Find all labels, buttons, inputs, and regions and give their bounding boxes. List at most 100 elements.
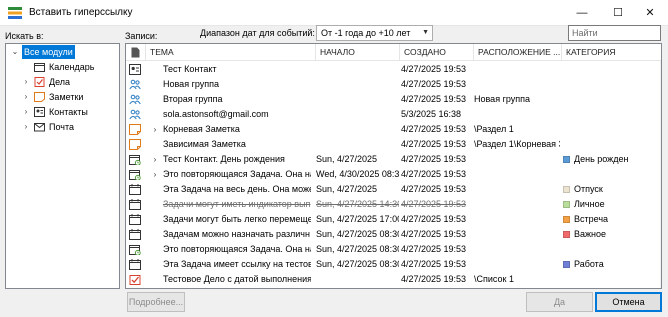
tree-item-contacts[interactable]: › Контакты [8,105,118,119]
tree-item-mail[interactable]: › Почта [8,120,118,134]
column-header-subject[interactable]: ТЕМА [146,44,316,61]
expand-chevron-icon[interactable] [150,62,160,77]
row-subject: Эта Задача имеет ссылку на тестов [163,259,311,269]
expand-chevron-icon[interactable] [150,137,160,152]
scrollbar-track[interactable] [660,61,661,288]
contact-icon [34,107,45,117]
chevron-right-icon[interactable]: › [21,90,31,104]
tree-item-label: Почта [49,122,74,132]
expand-chevron-icon[interactable] [150,212,160,227]
ok-button[interactable]: Да [526,292,593,312]
expand-chevron-icon[interactable]: › [150,167,160,182]
expand-chevron-icon[interactable] [150,227,160,242]
table-row[interactable]: › Это повторяющаяся Задача. Она на Wed, 4/… [126,167,661,182]
group-icon [129,109,141,120]
records-table: ТЕМА НАЧАЛО СОЗДАНО РАСПОЛОЖЕНИЕ ... КАТ… [125,43,662,289]
row-start [316,272,399,287]
maximize-button[interactable]: ☐ [600,0,636,26]
row-subject: Задачам можно назначать различн [163,229,310,239]
minimize-button[interactable]: — [564,0,600,26]
table-row[interactable]: Задачам можно назначать различн Sun, 4/27… [126,227,661,242]
search-input[interactable] [568,25,661,41]
row-type-cell [129,107,145,122]
expand-chevron-icon[interactable] [150,77,160,92]
expand-chevron-icon[interactable] [150,272,160,287]
expand-chevron-icon[interactable] [150,197,160,212]
table-row[interactable]: › Тест Контакт. День рождения Sun, 4/27/20… [126,152,661,167]
table-row[interactable]: › Корневая Заметка 4/27/2025 19:53 \Раздел … [126,122,661,137]
table-row[interactable]: Вторая группа 4/27/2025 19:53 Новая группа [126,92,661,107]
expand-chevron-icon[interactable] [150,107,160,122]
tree-item-notes[interactable]: › Заметки [8,90,118,104]
row-location [474,62,560,77]
row-subject: Новая группа [163,79,220,89]
row-category: Личное [563,197,661,212]
expand-chevron-icon[interactable] [150,182,160,197]
table-row[interactable]: Это повторяющаяся Задача. Она на Sun, 4/2… [126,242,661,257]
date-range-value: От -1 года до +10 лет [321,28,411,38]
row-created: 4/27/2025 19:53 [401,214,467,224]
table-row[interactable]: Тест Контакт 4/27/2025 19:53 [126,62,661,77]
category-color-swatch [563,231,570,238]
date-range-select[interactable]: От -1 года до +10 лет ▼ [316,25,433,41]
expand-chevron-icon[interactable] [150,242,160,257]
row-created: 4/27/2025 19:53 [401,79,467,89]
expand-chevron-icon[interactable]: › [150,152,160,167]
window-title: Вставить гиперссылку [29,7,133,18]
details-button[interactable]: Подробнее... [127,292,185,312]
table-row[interactable]: Задачи могут иметь индикатор вып Sun, 4/2… [126,197,661,212]
chevron-down-icon: ▼ [422,29,429,36]
column-header-location[interactable]: РАСПОЛОЖЕНИЕ ... [474,44,562,61]
column-header-created[interactable]: СОЗДАНО [400,44,474,61]
row-location [474,212,560,227]
chevron-right-icon[interactable]: › [21,120,31,134]
column-header-start[interactable]: НАЧАЛО [316,44,400,61]
tree-item-calendar[interactable]: Календарь [8,60,118,74]
row-location [474,167,560,182]
expand-chevron-icon[interactable] [150,257,160,272]
row-subject: Задачи могут иметь индикатор вып [163,199,311,209]
table-row[interactable]: Зависимая Заметка 4/27/2025 19:53 \Раздел … [126,137,661,152]
cancel-button[interactable]: Отмена [595,292,662,312]
table-row[interactable]: Эта Задача имеет ссылку на тестов Sun, 4/… [126,257,661,272]
table-row[interactable]: Задачи могут быть легко перемеще Sun, 4/2… [126,212,661,227]
row-category [563,107,661,122]
column-header-label: СОЗДАНО [404,47,446,57]
group-icon [129,79,141,90]
tree-root-all-modules[interactable]: ⌄ Все модули [8,45,118,59]
expand-chevron-icon[interactable] [150,92,160,107]
row-category: Отпуск [563,182,661,197]
close-button[interactable]: ✕ [632,0,668,26]
chevron-right-icon[interactable]: › [21,75,31,89]
category-color-swatch [563,156,570,163]
row-location: \Раздел 1\Корневая З [474,139,560,149]
row-category-label: Важное [574,229,607,239]
row-start: Sun, 4/27/2025 14:30 [316,199,399,209]
table-row[interactable]: sola.astonsoft@gmail.com 5/3/2025 16:38 [126,107,661,122]
column-header-type[interactable] [126,44,146,61]
expand-chevron-icon[interactable]: › [150,122,160,137]
chevron-right-icon[interactable]: › [21,105,31,119]
row-category-label: День рожден [574,154,629,164]
category-color-swatch [563,216,570,223]
table-header: ТЕМА НАЧАЛО СОЗДАНО РАСПОЛОЖЕНИЕ ... КАТ… [126,44,661,61]
tree-item-tasks[interactable]: › Дела [8,75,118,89]
row-category-label: Отпуск [574,184,603,194]
table-row[interactable]: Эта Задача на весь день. Она может Sun, 4… [126,182,661,197]
table-row[interactable]: Тестовое Дело с датой выполнения 4/27/202… [126,272,661,287]
row-created: 4/27/2025 19:53 [401,154,467,164]
column-header-category[interactable]: КАТЕГОРИЯ [562,44,661,61]
row-type-cell [129,212,145,227]
row-type-cell [129,77,145,92]
row-type-cell [129,137,145,152]
row-start [316,137,399,152]
row-location [474,257,560,272]
row-category [563,272,661,287]
table-row[interactable]: Новая группа 4/27/2025 19:53 [126,77,661,92]
calendar-icon [129,214,141,225]
chevron-down-icon[interactable]: ⌄ [10,45,20,59]
task-icon [34,77,45,87]
row-type-cell [129,92,145,107]
row-start: Sun, 4/27/2025 [316,154,378,164]
row-created: 4/27/2025 19:53 [401,274,467,284]
